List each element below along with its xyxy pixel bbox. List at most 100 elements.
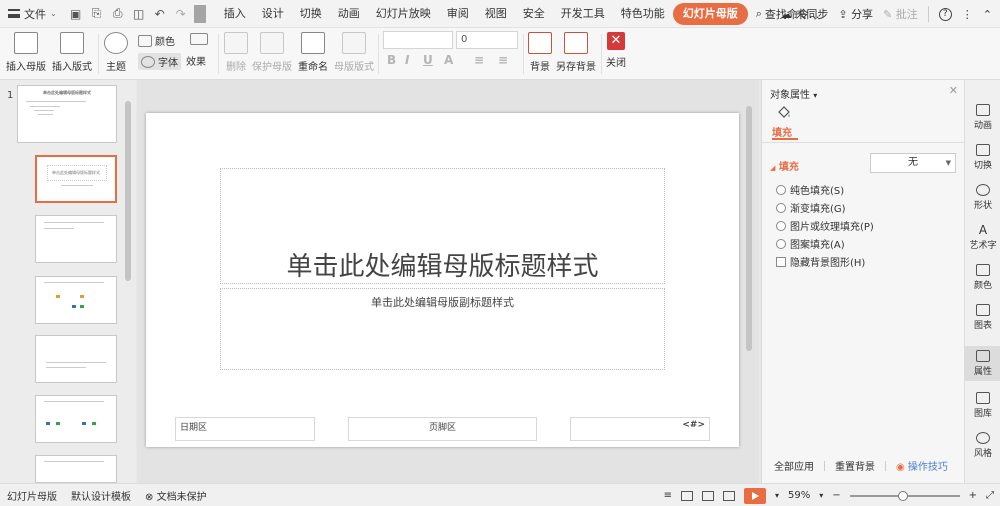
slide-number-placeholder[interactable]: <#> [570, 417, 710, 441]
scrollbar-thumb[interactable] [746, 106, 752, 351]
radio-button[interactable] [776, 220, 786, 231]
colors-button[interactable]: 颜色 [138, 33, 175, 48]
apply-all-button[interactable]: 全部应用 [774, 458, 814, 473]
redo-icon[interactable]: ↷ [174, 7, 188, 21]
tab-developer[interactable]: 开发工具 [553, 3, 613, 25]
canvas-scrollbar[interactable] [745, 92, 753, 472]
annotate-button[interactable]: ✎ 批注 [883, 6, 918, 22]
radio-button[interactable] [776, 238, 786, 249]
title-placeholder[interactable]: 单击此处编辑母版标题样式 [220, 168, 665, 284]
layout-thumbnail-comparison[interactable] [35, 395, 117, 443]
date-placeholder[interactable]: 日期区 [175, 417, 315, 441]
sorter-view-icon[interactable] [701, 490, 714, 501]
layout-thumbnail-two-content[interactable] [35, 276, 117, 324]
font-name-combo[interactable] [383, 31, 453, 49]
checkbox[interactable] [776, 256, 786, 267]
share-button[interactable]: ⇪ 分享 [838, 6, 873, 22]
sidebar-item-chart[interactable]: 图表 [965, 304, 1000, 331]
reset-background-button[interactable]: 重置背景 [835, 458, 875, 473]
picture-fill-option[interactable]: 图片或纹理填充(P) [776, 218, 874, 233]
sync-button[interactable]: ☁ 未同步 [781, 6, 829, 22]
sidebar-item-transition[interactable]: 切换 [965, 144, 1000, 171]
save-background-button[interactable]: 另存背景 [556, 32, 596, 73]
fill-type-select[interactable]: 无 ▼ [870, 153, 956, 173]
sidebar-item-color[interactable]: 颜色 [965, 264, 1000, 291]
tab-slideshow[interactable]: 幻灯片放映 [368, 3, 439, 25]
align-center-button[interactable]: ≡ [498, 53, 508, 67]
tab-security[interactable]: 安全 [515, 3, 553, 25]
radio-button[interactable] [776, 202, 786, 213]
layout-thumbnail-section[interactable] [35, 335, 117, 383]
gradient-fill-option[interactable]: 渐变填充(G) [776, 200, 846, 215]
master-thumbnail[interactable]: 单击此处编辑母版标题样式 [17, 85, 117, 143]
thumbnail-scrollbar[interactable] [124, 95, 132, 475]
effects-button[interactable]: 效果 [186, 53, 206, 68]
sidebar-item-wordart[interactable]: A 艺术字 [965, 224, 1000, 251]
template-label[interactable]: 默认设计模板 [64, 488, 138, 503]
zoom-out-icon[interactable]: − [832, 490, 840, 501]
export-icon[interactable]: ⎘ [90, 6, 104, 21]
sidebar-item-gallery[interactable]: 图库 [965, 392, 1000, 419]
layout-thumbnail-content[interactable] [35, 215, 117, 263]
delete-button[interactable]: 删除 [224, 32, 248, 73]
bold-button[interactable]: B [387, 53, 396, 67]
scrollbar-thumb[interactable] [125, 101, 131, 281]
print-icon[interactable]: ⎙ [111, 6, 125, 21]
theme-button[interactable]: 主题 [104, 32, 128, 73]
help-button[interactable]: ? [938, 7, 952, 21]
chevron-down-icon[interactable]: ▾ [775, 491, 779, 500]
reading-view-icon[interactable] [722, 490, 735, 501]
fill-section-header[interactable]: ◢ 填充 [770, 158, 799, 173]
tab-review[interactable]: 审阅 [439, 3, 477, 25]
chevron-down-icon[interactable]: ▾ [819, 491, 823, 500]
normal-view-icon[interactable] [680, 490, 693, 501]
more-icon[interactable]: ⋮ [962, 8, 973, 21]
tab-view[interactable]: 视图 [477, 3, 515, 25]
subtitle-placeholder[interactable]: 单击此处编辑母版副标题样式 [220, 288, 665, 370]
close-master-button[interactable]: ✕ 关闭 [606, 32, 626, 69]
tab-design[interactable]: 设计 [254, 3, 292, 25]
sidebar-item-animation[interactable]: 动画 [965, 104, 1000, 131]
effects-gallery-button[interactable] [190, 33, 208, 45]
tab-transition[interactable]: 切换 [292, 3, 330, 25]
align-left-button[interactable]: ≡ [474, 53, 484, 67]
font-size-combo[interactable]: 0 [456, 31, 518, 49]
zoom-level[interactable]: 59% [788, 490, 810, 501]
file-menu[interactable]: 文件 ⌄ [0, 6, 63, 22]
background-button[interactable]: 背景 [528, 32, 552, 73]
insert-layout-button[interactable]: 插入版式 [52, 32, 92, 73]
zoom-slider-knob[interactable] [897, 490, 908, 501]
tips-link[interactable]: ◉ 操作技巧 [896, 458, 948, 473]
protection-status[interactable]: ⊗ 文档未保护 [138, 488, 214, 503]
close-icon[interactable]: ✕ [949, 84, 958, 97]
zoom-in-icon[interactable]: + [969, 490, 977, 501]
sidebar-item-properties[interactable]: 属性 [965, 346, 1000, 381]
font-color-button[interactable]: A [444, 53, 453, 67]
tab-features[interactable]: 特色功能 [613, 3, 673, 25]
preview-icon[interactable]: ◫ [132, 7, 146, 21]
customize-toolbar-handle[interactable] [193, 4, 206, 23]
fit-window-icon[interactable]: ⤢ [986, 490, 994, 501]
panel-title[interactable]: 对象属性 ▾ [770, 86, 817, 101]
fonts-button[interactable]: 字体 [138, 53, 181, 70]
radio-button[interactable] [776, 184, 786, 195]
pattern-fill-option[interactable]: 图案填充(A) [776, 236, 845, 251]
play-slideshow-button[interactable] [743, 487, 766, 504]
tab-insert[interactable]: 插入 [216, 3, 254, 25]
rename-button[interactable]: 重命名 [298, 32, 328, 73]
tab-animation[interactable]: 动画 [330, 3, 368, 25]
layout-thumbnail-title[interactable]: 单击此处编辑母版标题样式 [35, 155, 117, 203]
sidebar-item-style[interactable]: 风格 [965, 432, 1000, 459]
master-layout-button[interactable]: 母版版式 [334, 32, 374, 73]
zoom-slider[interactable] [849, 490, 960, 501]
solid-fill-option[interactable]: 纯色填充(S) [776, 182, 844, 197]
protect-master-button[interactable]: 保护母版 [252, 32, 292, 73]
undo-icon[interactable]: ↶ [153, 7, 167, 21]
sidebar-item-shape[interactable]: 形状 [965, 184, 1000, 211]
italic-button[interactable]: I [405, 53, 409, 67]
insert-master-button[interactable]: 插入母版 [6, 32, 46, 73]
underline-button[interactable]: U [423, 53, 433, 67]
hide-background-option[interactable]: 隐藏背景图形(H) [776, 254, 865, 269]
save-icon[interactable]: ▣ [69, 7, 83, 21]
tab-slide-master[interactable]: 幻灯片母版 [672, 2, 748, 25]
